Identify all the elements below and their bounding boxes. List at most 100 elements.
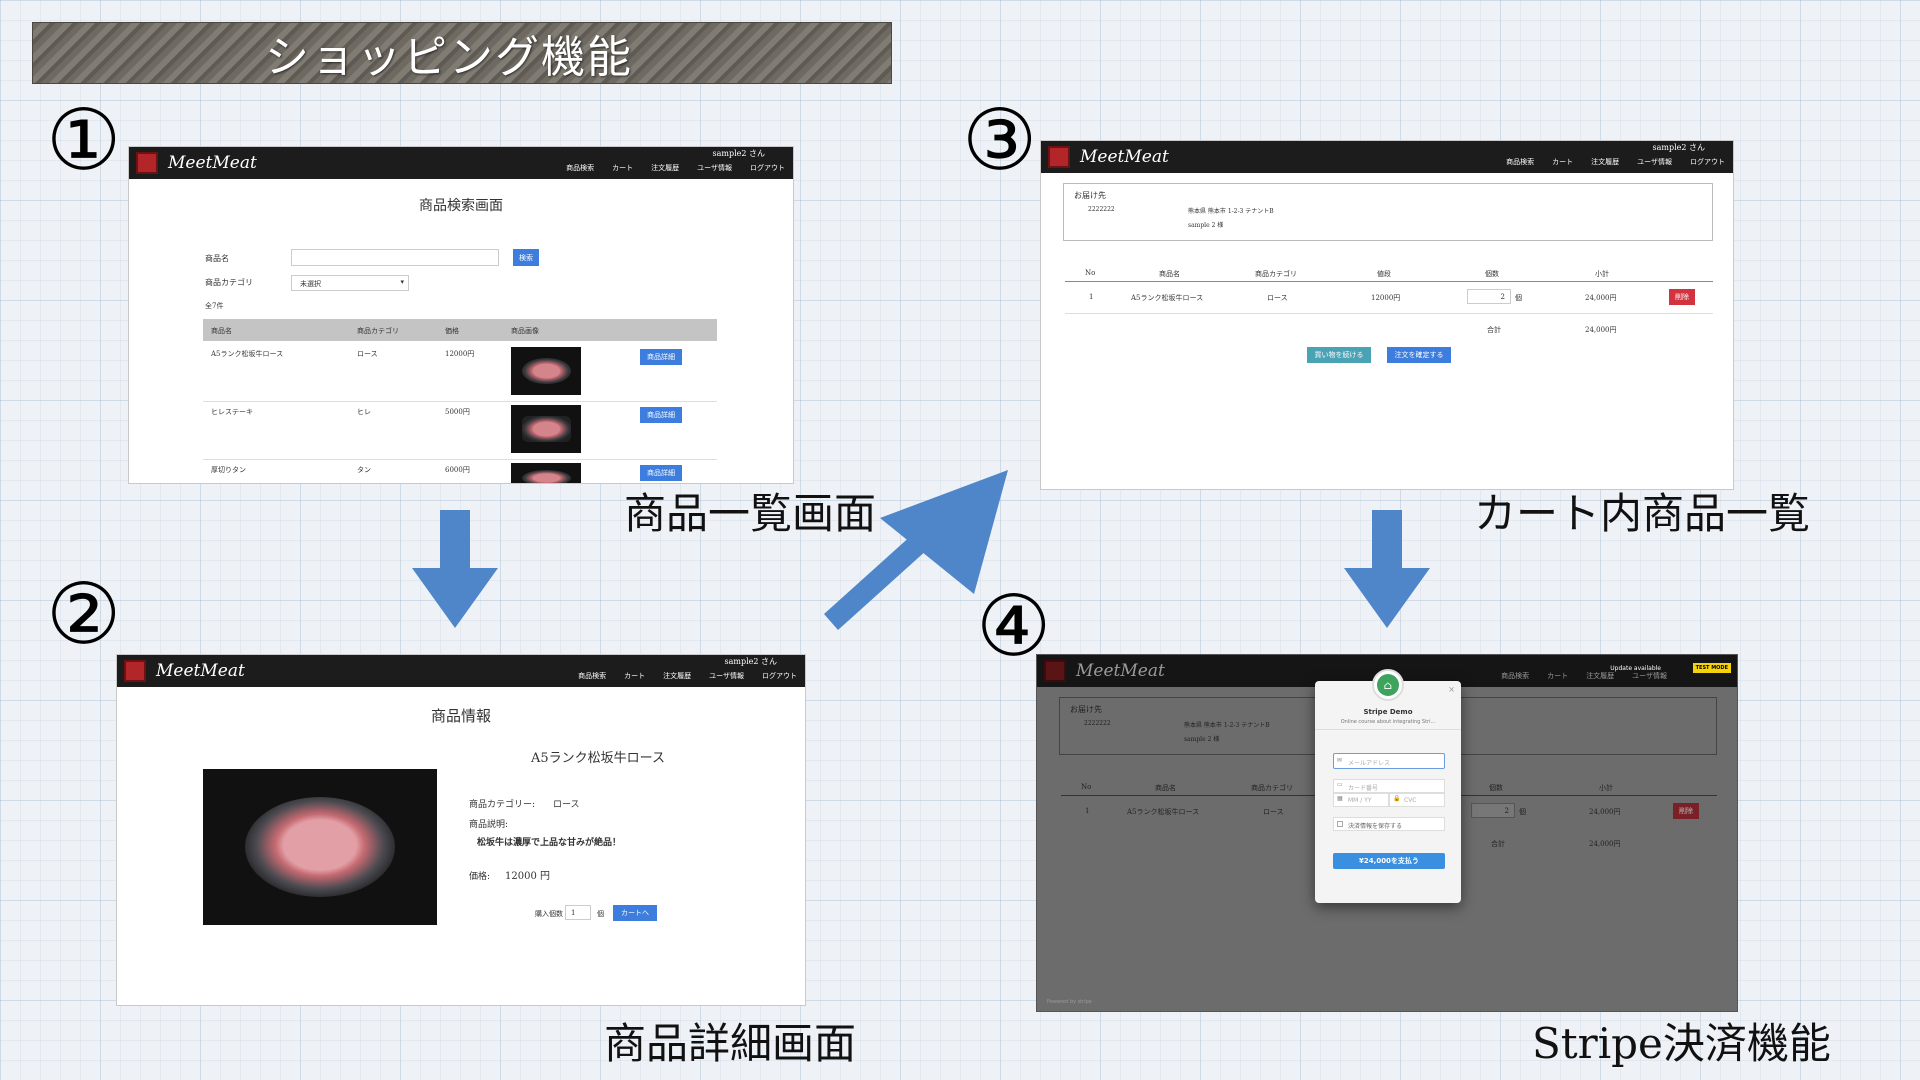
navbar: MeetMeat sample2 さん 商品検索 カート 注文履歴 ユーザ情報 … (117, 655, 805, 687)
nav-user: sample2 さん (724, 657, 777, 666)
cell-name: 厚切りタン (211, 466, 246, 474)
detail-button[interactable]: 商品詳細 (640, 465, 682, 481)
remember-checkbox[interactable]: 決済情報を保存する (1333, 817, 1445, 831)
result-count: 全7件 (205, 302, 224, 310)
nav-search[interactable]: 商品検索 (1506, 157, 1534, 167)
lock-icon: 🔒 (1393, 795, 1401, 802)
nav-search[interactable]: 商品検索 (566, 163, 594, 173)
cell-name: A5ランク松坂牛ロース (1131, 294, 1204, 302)
nav-logout[interactable]: ログアウト (1690, 157, 1725, 167)
col-header: 小計 (1599, 784, 1613, 792)
close-icon[interactable]: × (1448, 685, 1455, 694)
continue-shopping-button[interactable]: 買い物を続ける (1307, 347, 1371, 363)
description-label: 商品説明: (469, 820, 509, 830)
screen-heading: 商品情報 (430, 707, 491, 725)
nav-user: sample2 さん (1652, 143, 1705, 152)
recipient: sample 2 様 (1188, 222, 1224, 229)
product-name: A5ランク松坂牛ロース (531, 751, 666, 766)
arrow-down-icon (1344, 510, 1430, 628)
nav-logout[interactable]: ログアウト (762, 671, 797, 681)
navbar: MeetMeat sample2 さん 商品検索 カート 注文履歴 ユーザ情報 … (129, 147, 793, 179)
col-header: 商品画像 (511, 327, 539, 335)
row-divider (203, 459, 717, 460)
nav-user-info[interactable]: ユーザ情報 (709, 671, 744, 681)
pay-button[interactable]: ¥24,000を支払う (1333, 853, 1445, 869)
nav-orders[interactable]: 注文履歴 (1591, 157, 1619, 167)
shipping-title: お届け先 (1074, 191, 1106, 200)
address: 熊本県 熊本市 1-2-3 テナントB (1188, 208, 1274, 215)
card-number-input[interactable]: カード番号 (1333, 779, 1445, 793)
store-icon: ⌂ (1372, 669, 1404, 701)
modal-title: Stripe Demo (1363, 708, 1413, 716)
search-button[interactable]: 検索 (513, 249, 539, 266)
category-label: 商品カテゴリー: (469, 800, 536, 810)
nav-user: sample2 さん (712, 149, 765, 158)
nav-search[interactable]: 商品検索 (578, 671, 606, 681)
detail-button[interactable]: 商品詳細 (640, 407, 682, 423)
step-number-2: ② (46, 565, 122, 663)
nav-cart[interactable]: カート (624, 671, 645, 681)
nav-cart[interactable]: カート (612, 163, 633, 173)
nav-search[interactable]: 商品検索 (1501, 671, 1529, 681)
product-image (511, 463, 581, 483)
logo-text: MeetMeat (1076, 661, 1165, 681)
chevron-down-icon: ▾ (400, 278, 404, 286)
category-label: 商品カテゴリ (205, 278, 253, 287)
quantity-input[interactable]: 2 (1471, 803, 1515, 818)
screenshot-search: MeetMeat sample2 さん 商品検索 カート 注文履歴 ユーザ情報 … (128, 146, 794, 484)
stripe-modal: ⌂ × Stripe Demo Online course about inte… (1315, 669, 1461, 903)
screenshot-stripe: MeetMeat 商品検索 カート 注文履歴 ユーザ情報 Update avai… (1036, 654, 1738, 1012)
category-select[interactable]: 未選択 ▾ (291, 275, 409, 291)
nav-orders[interactable]: 注文履歴 (1586, 671, 1614, 681)
postal-code: 2222222 (1084, 720, 1111, 727)
col-header: 商品名 (1159, 270, 1180, 278)
row-divider (203, 401, 717, 402)
cell-name: ヒレステーキ (211, 408, 253, 416)
postal-code: 2222222 (1088, 206, 1115, 213)
category-select-value: 未選択 (300, 280, 321, 288)
total-label: 合計 (1491, 840, 1505, 848)
nav-user-info[interactable]: ユーザ情報 (697, 163, 732, 173)
nav-user-info[interactable]: ユーザ情報 (1637, 157, 1672, 167)
detail-button[interactable]: 商品詳細 (640, 349, 682, 365)
delete-button[interactable]: 削除 (1673, 803, 1699, 819)
calendar-icon: ▦ (1337, 795, 1343, 802)
cell-price: 5000円 (445, 408, 470, 416)
price-label: 価格: (469, 872, 491, 882)
modal-divider (1315, 729, 1461, 730)
quantity-input[interactable]: 2 (1467, 289, 1511, 304)
nav-user-info[interactable]: ユーザ情報 (1632, 671, 1667, 681)
product-image (511, 347, 581, 395)
cell-price: 6000円 (445, 466, 470, 474)
modal-subtitle: Online course about integrating Stri... (1340, 719, 1436, 725)
total-value: 24,000円 (1589, 840, 1621, 848)
step-number-3: ③ (962, 91, 1038, 189)
update-notice: Update available (1610, 665, 1661, 672)
col-header: 商品名 (1155, 784, 1176, 792)
cell-subtotal: 24,000円 (1589, 808, 1621, 816)
col-header: 小計 (1595, 270, 1609, 278)
shipping-title: お届け先 (1070, 705, 1102, 714)
header-divider (1065, 281, 1713, 282)
nav-cart[interactable]: カート (1552, 157, 1573, 167)
logo-icon (1048, 146, 1070, 168)
delete-button[interactable]: 削除 (1669, 289, 1695, 305)
cell-category: ロース (1263, 808, 1284, 816)
checkbox-icon[interactable] (1337, 821, 1343, 827)
nav-orders[interactable]: 注文履歴 (651, 163, 679, 173)
col-header: 商品カテゴリ (1255, 270, 1297, 278)
step-number-1: ① (46, 91, 122, 189)
nav-cart[interactable]: カート (1547, 671, 1568, 681)
arrow-down-icon (412, 510, 498, 628)
quantity-input[interactable]: 1 (565, 905, 591, 920)
product-name-input[interactable] (291, 249, 499, 266)
product-image (511, 405, 581, 453)
nav-orders[interactable]: 注文履歴 (663, 671, 691, 681)
add-to-cart-button[interactable]: カートへ (613, 905, 657, 921)
nav-logout[interactable]: ログアウト (750, 163, 785, 173)
email-input[interactable]: メールアドレス (1333, 753, 1445, 769)
description-value: 松坂牛は濃厚で上品な甘みが絶品！ (477, 838, 622, 848)
confirm-order-button[interactable]: 注文を確定する (1387, 347, 1451, 363)
product-image (203, 769, 437, 925)
quantity-label: 購入個数 (535, 910, 563, 918)
